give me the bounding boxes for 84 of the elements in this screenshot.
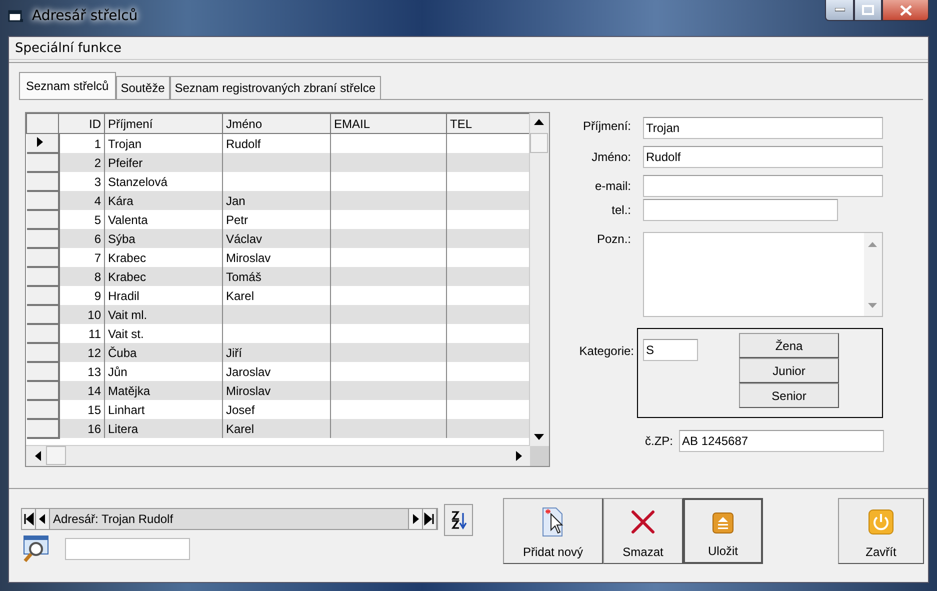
table-cell: Karel [222, 419, 330, 438]
table-cell: Vait ml. [104, 305, 222, 324]
maximize-button[interactable] [854, 0, 882, 21]
table-cell: Tomáš [222, 267, 330, 286]
category-button[interactable]: Žena [739, 333, 839, 358]
table-cell: 2 [58, 153, 104, 172]
text-field[interactable]: Trojan [643, 117, 883, 139]
table-cell: 12 [58, 343, 104, 362]
delete-button[interactable]: Smazat [603, 498, 683, 564]
table-cell: Václav [222, 229, 330, 248]
next-record-icon[interactable] [408, 509, 423, 529]
table-cell: Jan [222, 191, 330, 210]
menu-item[interactable]: Speciální funkce [15, 40, 122, 56]
save-icon [712, 512, 734, 534]
search-icon[interactable] [21, 534, 51, 564]
column-header[interactable]: ID [58, 114, 104, 134]
minimize-button[interactable] [825, 0, 854, 21]
table-cell: 6 [58, 229, 104, 248]
table-cell: 16 [58, 419, 104, 438]
previous-record-icon[interactable] [36, 509, 50, 529]
header-corner [26, 114, 58, 134]
text-field[interactable]: Rudolf [643, 146, 883, 168]
table-cell: Kára [104, 191, 222, 210]
first-record-icon[interactable] [22, 509, 36, 529]
column-header[interactable]: Příjmení [104, 114, 222, 134]
scroll-left-icon[interactable] [35, 451, 41, 461]
tab[interactable]: Soutěže [116, 76, 170, 99]
table-cell: Litera [104, 419, 222, 438]
close-icon [900, 4, 912, 16]
table-cell: 14 [58, 381, 104, 400]
horizontal-scrollbar[interactable] [26, 445, 530, 466]
table-cell: Sýba [104, 229, 222, 248]
scroll-down-icon[interactable] [534, 434, 544, 440]
table-cell: Krabec [104, 267, 222, 286]
category-button[interactable]: Senior [739, 383, 839, 408]
close-button[interactable]: Zavřít [838, 498, 924, 564]
table-cell: 8 [58, 267, 104, 286]
scroll-right-icon[interactable] [516, 451, 522, 461]
text-field[interactable] [643, 199, 838, 221]
field-label: Kategorie: [578, 344, 634, 358]
scroll-up-icon[interactable] [534, 119, 544, 125]
record-caption: Adresář: Trojan Rudolf [52, 512, 174, 526]
table-cell: Čuba [104, 343, 222, 362]
sort-button[interactable] [444, 504, 473, 536]
column-header[interactable]: Jméno [222, 114, 330, 134]
text-field[interactable]: AB 1245687 [679, 430, 884, 452]
current-row-icon [36, 137, 42, 147]
field-label: Pozn.: [596, 232, 631, 248]
category-button[interactable]: Junior [739, 358, 839, 383]
search-field[interactable] [65, 538, 190, 560]
column-header[interactable]: TEL [446, 114, 530, 134]
row-indicator[interactable] [26, 134, 58, 153]
vertical-scrollbar[interactable] [529, 113, 549, 447]
sort-icon [450, 510, 468, 530]
text-field[interactable]: S [643, 339, 698, 361]
close-button[interactable] [882, 0, 929, 21]
minimize-icon [834, 8, 844, 12]
power-icon [868, 509, 894, 535]
scrollbar-corner [530, 446, 549, 466]
delete-icon [630, 509, 656, 535]
table-cell: Matějka [104, 381, 222, 400]
table-cell: Jiří [222, 343, 330, 362]
field-label: e-mail: [594, 179, 631, 193]
maximize-icon [862, 5, 874, 15]
table-cell: 10 [58, 305, 104, 324]
window-icon [8, 9, 24, 23]
table-cell: Miroslav [222, 381, 330, 400]
field-label: Jméno: [590, 150, 631, 164]
window-title: Adresář střelců [32, 8, 138, 24]
tab[interactable]: Seznam střelců [19, 72, 116, 99]
last-record-icon[interactable] [423, 509, 437, 529]
scroll-thumb[interactable] [46, 446, 66, 465]
field-label: tel.: [610, 203, 631, 217]
new-button[interactable]: Přidat nový [503, 498, 603, 564]
field-label: č.ZP: [644, 434, 673, 448]
scroll-thumb[interactable] [530, 133, 548, 153]
table-cell: Pfeifer [104, 153, 222, 172]
tab[interactable]: Seznam registrovaných zbraní střelce [170, 76, 381, 99]
save-button[interactable]: Uložit [683, 498, 763, 564]
text-field[interactable] [643, 175, 883, 197]
new-document-icon [540, 506, 566, 538]
field-label: Příjmení: [582, 119, 631, 133]
column-header[interactable]: EMAIL [330, 114, 446, 134]
table-cell: 4 [58, 191, 104, 210]
